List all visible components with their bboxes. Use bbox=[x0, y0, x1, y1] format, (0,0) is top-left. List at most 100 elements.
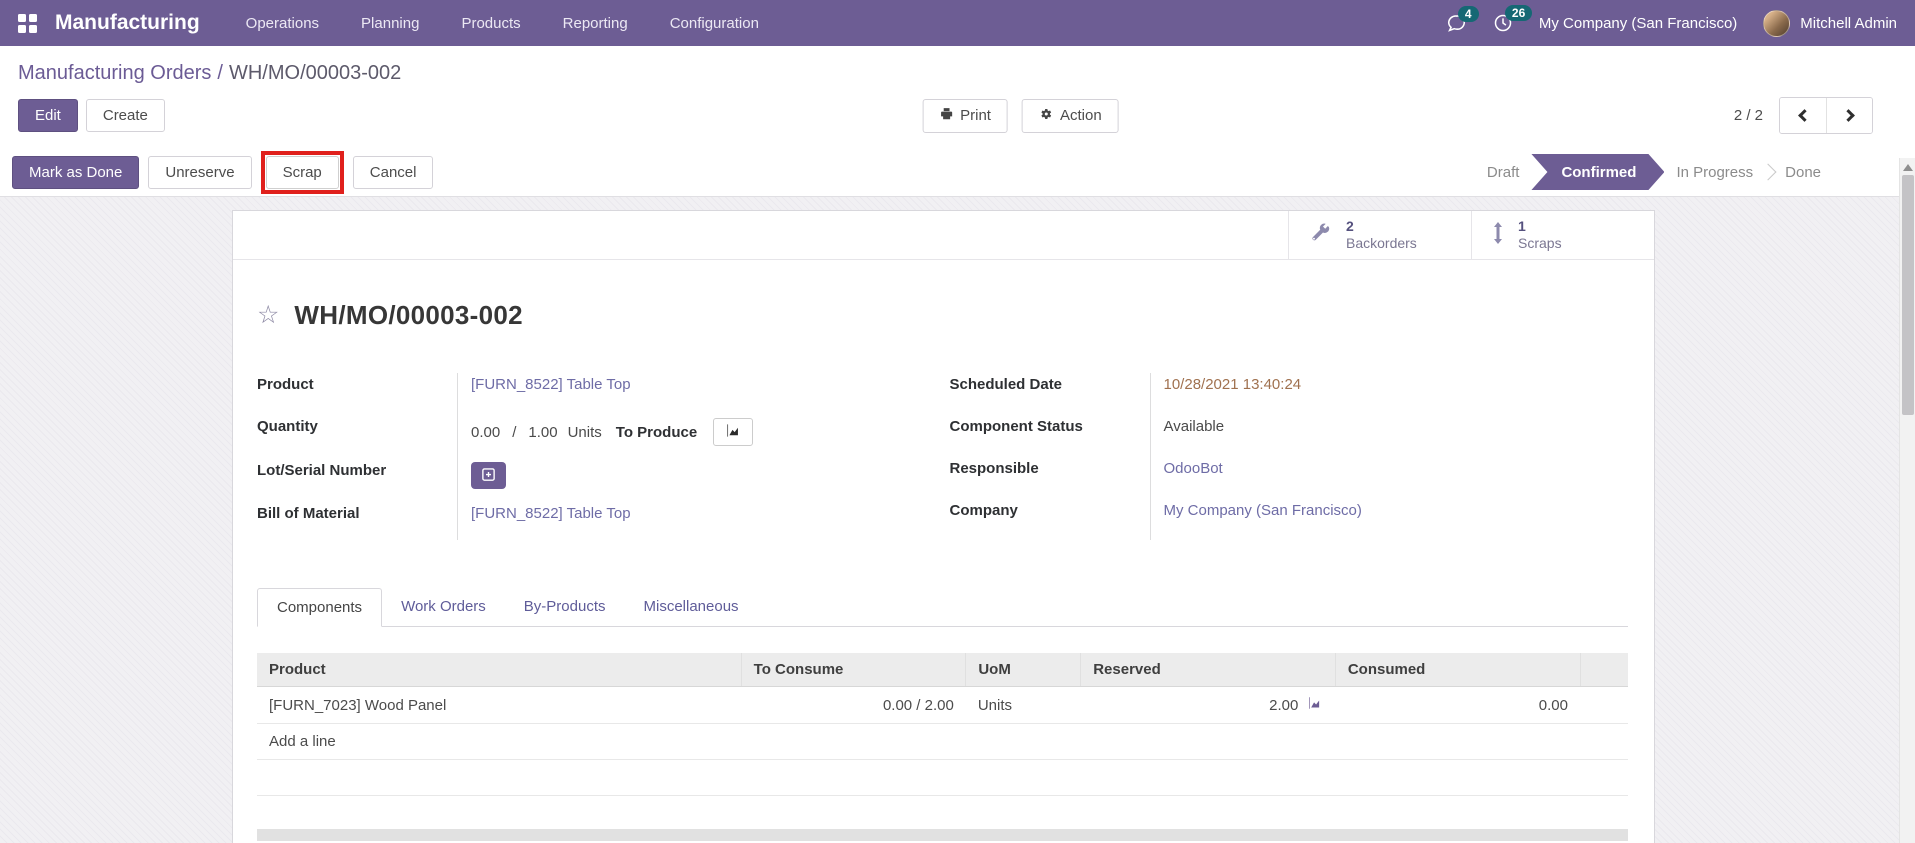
col-to-consume[interactable]: To Consume bbox=[740, 653, 966, 687]
menu-planning[interactable]: Planning bbox=[361, 1, 419, 46]
printer-icon bbox=[939, 107, 953, 125]
scraps-stat-button[interactable]: 1 Scraps bbox=[1471, 211, 1654, 259]
product-label: Product bbox=[257, 376, 314, 393]
record-title: WH/MO/00003-002 bbox=[294, 300, 523, 330]
app-title[interactable]: Manufacturing bbox=[55, 11, 200, 35]
pager-previous-button[interactable] bbox=[1780, 98, 1826, 133]
button-box: 2 Backorders 1 Scraps bbox=[233, 211, 1654, 260]
status-step-confirmed[interactable]: Confirmed bbox=[1531, 154, 1664, 190]
col-consumed[interactable]: Consumed bbox=[1334, 653, 1580, 687]
activities-button[interactable]: 26 bbox=[1493, 5, 1533, 33]
menu-reporting[interactable]: Reporting bbox=[563, 1, 628, 46]
tab-work-orders[interactable]: Work Orders bbox=[382, 588, 505, 626]
cell-to-consume[interactable]: 0.00 / 2.00 bbox=[741, 686, 966, 724]
backorders-count: 2 bbox=[1346, 218, 1354, 234]
company-value-link[interactable]: My Company (San Francisco) bbox=[1164, 502, 1362, 519]
action-button[interactable]: Action bbox=[1021, 98, 1119, 133]
cell-product[interactable]: [FURN_7023] Wood Panel bbox=[257, 686, 742, 724]
scheduled-date-label: Scheduled Date bbox=[949, 376, 1063, 393]
edit-button[interactable]: Edit bbox=[18, 99, 78, 132]
lot-serial-label: Lot/Serial Number bbox=[257, 462, 387, 479]
scrap-highlight-box: Scrap bbox=[260, 150, 344, 194]
backorders-label: Backorders bbox=[1346, 235, 1417, 251]
menu-operations[interactable]: Operations bbox=[246, 1, 319, 46]
tab-miscellaneous[interactable]: Miscellaneous bbox=[625, 588, 758, 626]
responsible-label: Responsible bbox=[949, 460, 1039, 477]
scraps-count: 1 bbox=[1518, 218, 1526, 234]
menu-configuration[interactable]: Configuration bbox=[670, 1, 759, 46]
avatar bbox=[1763, 9, 1791, 37]
quantity-done: 0.00 bbox=[471, 423, 501, 441]
breadcrumb-current: WH/MO/00003-002 bbox=[228, 62, 402, 84]
company-label: Company bbox=[949, 502, 1018, 519]
user-menu[interactable]: Mitchell Admin bbox=[1763, 9, 1897, 37]
main-menu: Operations Planning Products Reporting C… bbox=[246, 1, 759, 46]
responsible-value-link[interactable]: OdooBot bbox=[1164, 460, 1223, 477]
breadcrumb: Manufacturing Orders / WH/MO/00003-002 bbox=[18, 62, 402, 84]
plus-square-icon bbox=[481, 467, 496, 485]
field-group: Product [FURN_8522] Table Top Quantity 0… bbox=[257, 373, 1628, 544]
cell-uom[interactable]: Units bbox=[965, 686, 1081, 724]
cancel-button[interactable]: Cancel bbox=[352, 155, 434, 189]
unreserve-button[interactable]: Unreserve bbox=[148, 155, 252, 189]
scheduled-date-value: 10/28/2021 13:40:24 bbox=[1163, 376, 1302, 393]
add-a-line-link[interactable]: Add a line bbox=[257, 723, 1628, 760]
vertical-scrollbar[interactable] bbox=[1899, 158, 1915, 843]
tab-by-products[interactable]: By-Products bbox=[505, 588, 625, 626]
wrench-icon bbox=[1309, 222, 1332, 249]
product-value-link[interactable]: [FURN_8522] Table Top bbox=[471, 376, 631, 393]
gear-icon bbox=[1039, 107, 1053, 125]
scroll-up-arrow-icon[interactable] bbox=[1902, 164, 1913, 171]
tab-components[interactable]: Components bbox=[257, 588, 383, 627]
col-product[interactable]: Product bbox=[257, 653, 742, 687]
top-navbar: Manufacturing Operations Planning Produc… bbox=[0, 0, 1915, 46]
messages-button[interactable]: 4 bbox=[1446, 5, 1479, 33]
scrap-button[interactable]: Scrap bbox=[265, 155, 339, 189]
chevron-left-icon bbox=[1798, 109, 1811, 122]
bom-label: Bill of Material bbox=[257, 505, 360, 522]
statusbar: Mark as Done Unreserve Scrap Cancel Draf… bbox=[0, 148, 1915, 197]
assign-lot-button[interactable] bbox=[471, 462, 506, 489]
apps-menu-icon[interactable] bbox=[18, 13, 37, 33]
bom-value-link[interactable]: [FURN_8522] Table Top bbox=[471, 505, 631, 522]
scraps-label: Scraps bbox=[1518, 235, 1562, 251]
pager-count: 2 / 2 bbox=[1733, 107, 1763, 124]
quantity-total: 1.00 bbox=[528, 423, 558, 441]
col-uom[interactable]: UoM bbox=[965, 653, 1081, 687]
messages-badge: 4 bbox=[1457, 5, 1479, 22]
notebook-tabs: Components Work Orders By-Products Misce… bbox=[257, 588, 1628, 627]
cell-consumed[interactable]: 0.00 bbox=[1335, 686, 1580, 724]
create-button[interactable]: Create bbox=[85, 99, 165, 132]
status-step-draft[interactable]: Draft bbox=[1471, 154, 1536, 190]
status-step-in-progress[interactable]: In Progress bbox=[1660, 154, 1769, 190]
component-status-value: Available bbox=[1163, 418, 1225, 435]
form-view-background: 2 Backorders 1 Scraps ☆ WH/MO/00003-002 bbox=[0, 197, 1915, 843]
to-produce-label: To Produce bbox=[615, 423, 698, 441]
company-switcher[interactable]: My Company (San Francisco) bbox=[1539, 15, 1737, 32]
forecast-chart-icon[interactable] bbox=[1307, 696, 1323, 714]
table-row[interactable]: [FURN_7023] Wood Panel 0.00 / 2.00 Units… bbox=[257, 686, 1628, 724]
component-status-label: Component Status bbox=[949, 418, 1083, 435]
breadcrumb-parent-link[interactable]: Manufacturing Orders bbox=[18, 62, 211, 84]
activities-badge: 26 bbox=[1504, 5, 1533, 21]
area-chart-icon bbox=[725, 423, 742, 441]
chevron-right-icon bbox=[1841, 109, 1855, 122]
backorders-stat-button[interactable]: 2 Backorders bbox=[1288, 211, 1471, 259]
print-button[interactable]: Print bbox=[922, 98, 1008, 133]
mark-as-done-button[interactable]: Mark as Done bbox=[12, 155, 140, 189]
menu-products[interactable]: Products bbox=[461, 1, 520, 46]
control-panel: Edit Create Print Action 2 / 2 bbox=[0, 89, 1915, 148]
pager-next-button[interactable] bbox=[1826, 98, 1872, 133]
col-reserved[interactable]: Reserved bbox=[1080, 653, 1336, 687]
cell-reserved[interactable]: 2.00 bbox=[1080, 686, 1336, 724]
record-card: 2 Backorders 1 Scraps ☆ WH/MO/00003-002 bbox=[232, 210, 1655, 843]
components-table: Product To Consume UoM Reserved Consumed… bbox=[257, 653, 1628, 796]
scrollbar-thumb[interactable] bbox=[1901, 175, 1914, 415]
quantity-uom: Units bbox=[567, 423, 602, 441]
status-step-done[interactable]: Done bbox=[1769, 154, 1837, 190]
horizontal-scrollbar[interactable] bbox=[257, 829, 1628, 841]
user-name: Mitchell Admin bbox=[1800, 14, 1897, 32]
arrows-v-icon bbox=[1492, 221, 1504, 249]
favorite-star-icon[interactable]: ☆ bbox=[257, 303, 279, 328]
forecast-chart-button[interactable] bbox=[713, 418, 754, 446]
